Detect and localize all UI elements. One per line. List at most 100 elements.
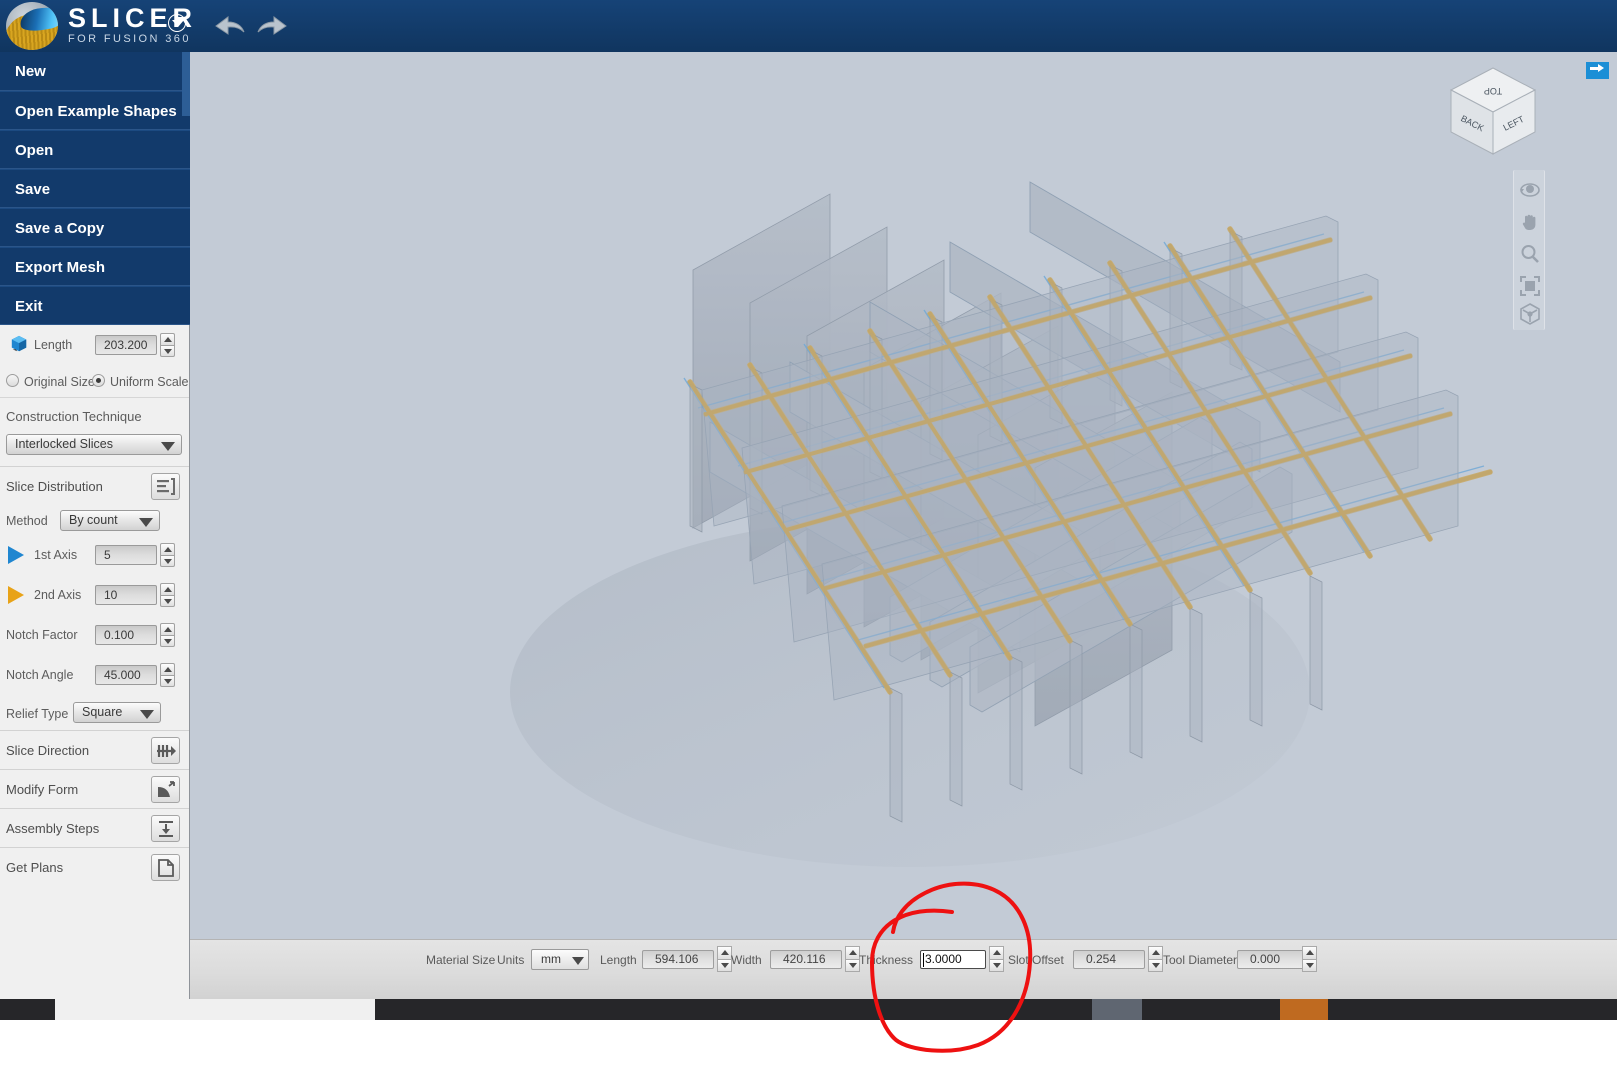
chevron-down-icon <box>139 518 153 527</box>
tool-diameter-stepper[interactable] <box>1302 946 1317 973</box>
undo-arrow-icon[interactable] <box>210 10 250 42</box>
slot-offset-label: Slot Offset <box>1008 953 1064 967</box>
construction-technique-title: Construction Technique <box>6 409 142 424</box>
zoom-magnifier-icon[interactable] <box>1518 242 1542 268</box>
section-slice-direction[interactable]: Slice Direction <box>0 730 189 769</box>
axis2-row: 2nd Axis 10 <box>0 577 189 617</box>
chevron-down-icon <box>161 442 175 451</box>
axis1-arrow-icon <box>8 546 24 564</box>
taskbar-segment[interactable] <box>1092 999 1142 1020</box>
method-row: Method By count <box>0 505 189 537</box>
redo-arrow-icon[interactable] <box>252 10 292 42</box>
construction-technique-section: Construction Technique Interlocked Slice… <box>0 397 189 466</box>
notch-factor-stepper[interactable] <box>160 623 175 647</box>
os-taskbar[interactable] <box>0 999 1617 1020</box>
construction-technique-dropdown[interactable]: Interlocked Slices <box>6 434 182 455</box>
cube-icon <box>11 335 27 352</box>
chevron-down-icon <box>572 957 584 965</box>
method-value: By count <box>69 513 118 527</box>
units-dropdown[interactable]: mm <box>531 949 589 970</box>
brand-subtitle: FOR FUSION 360 <box>68 33 191 45</box>
menu-item-open-example-shapes[interactable]: Open Example Shapes <box>0 91 190 130</box>
slice-distribution-icon[interactable] <box>151 473 180 500</box>
menu-item-export-mesh[interactable]: Export Mesh <box>0 247 190 286</box>
get-plans-label: Get Plans <box>6 860 64 875</box>
menu-scrollbar[interactable] <box>182 52 190 116</box>
assembly-steps-label: Assembly Steps <box>6 821 100 836</box>
material-length-stepper[interactable] <box>717 946 732 973</box>
scale-mode-row: Original Size Uniform Scale <box>0 365 189 397</box>
material-width-stepper[interactable] <box>845 946 860 973</box>
notch-factor-input[interactable]: 0.100 <box>95 625 157 645</box>
modify-form-icon[interactable] <box>151 776 180 803</box>
section-get-plans[interactable]: Get Plans <box>0 847 189 886</box>
notch-angle-row: Notch Angle 45.000 <box>0 657 189 697</box>
material-size-label: Material Size <box>426 953 496 967</box>
fit-to-window-icon[interactable] <box>1518 274 1542 300</box>
axis2-input[interactable]: 10 <box>95 585 157 605</box>
notch-factor-row: Notch Factor 0.100 <box>0 617 189 657</box>
notch-angle-input[interactable]: 45.000 <box>95 665 157 685</box>
menu-item-open[interactable]: Open <box>0 130 190 169</box>
display-settings-icon[interactable] <box>1518 302 1542 328</box>
slicer-application-window: SLICER FOR FUSION 360 TOP BACK LEFT New … <box>0 0 1617 1068</box>
axis1-input[interactable]: 5 <box>95 545 157 565</box>
axis2-stepper[interactable] <box>160 583 175 607</box>
length-stepper[interactable] <box>160 333 175 357</box>
axis1-label: 1st Axis <box>34 548 78 562</box>
get-plans-icon[interactable] <box>151 854 180 881</box>
radio-uniform-scale[interactable] <box>92 374 105 387</box>
method-label: Method <box>6 514 48 528</box>
slot-offset-input[interactable]: 0.254 <box>1073 950 1145 969</box>
arrow-right-icon[interactable] <box>1586 62 1609 79</box>
interlocked-slices-model <box>510 181 1493 867</box>
menu-item-save[interactable]: Save <box>0 169 190 208</box>
taskbar-segment-active[interactable] <box>1280 999 1328 1020</box>
slot-offset-stepper[interactable] <box>1148 946 1163 973</box>
viewcube-top-label: TOP <box>1484 86 1502 96</box>
uniform-scale-label: Uniform Scale <box>110 375 189 389</box>
history-arrows <box>210 8 300 44</box>
notch-factor-label: Notch Factor <box>6 628 78 642</box>
view-cube[interactable]: TOP BACK LEFT <box>1443 64 1543 160</box>
notch-angle-stepper[interactable] <box>160 663 175 687</box>
section-modify-form[interactable]: Modify Form <box>0 769 189 808</box>
slicer-settings-panel: Length 203.200 Original Size Uniform Sca… <box>0 325 189 999</box>
tool-diameter-label: Tool Diameter <box>1163 953 1238 967</box>
modify-form-label: Modify Form <box>6 782 79 797</box>
radio-original-size[interactable] <box>6 374 19 387</box>
slice-direction-icon[interactable] <box>151 737 180 764</box>
app-logo <box>4 0 68 52</box>
left-sidebar: New Open Example Shapes Open Save Save a… <box>0 52 190 999</box>
length-label: Length <box>34 338 73 352</box>
method-dropdown[interactable]: By count <box>60 510 160 531</box>
orbit-icon[interactable] <box>1518 178 1542 204</box>
relief-type-row: Relief Type Square <box>0 697 189 730</box>
menu-item-new[interactable]: New <box>0 52 190 91</box>
section-assembly-steps[interactable]: Assembly Steps <box>0 808 189 847</box>
units-label: Units <box>497 953 525 967</box>
slice-direction-label: Slice Direction <box>6 743 90 758</box>
axis1-stepper[interactable] <box>160 543 175 567</box>
tool-diameter-input[interactable]: 0.000 <box>1237 950 1309 969</box>
thickness-input[interactable]: 3.0000 <box>920 950 986 969</box>
axis2-label: 2nd Axis <box>34 588 82 602</box>
relief-type-label: Relief Type <box>6 707 69 721</box>
notch-angle-label: Notch Angle <box>6 668 74 682</box>
taskbar-segment[interactable] <box>55 999 375 1020</box>
assembly-steps-icon[interactable] <box>151 815 180 842</box>
slice-distribution-header: Slice Distribution <box>0 466 189 505</box>
3d-viewport[interactable]: TOP BACK LEFT <box>190 52 1617 939</box>
thickness-stepper[interactable] <box>989 946 1004 973</box>
menu-item-exit[interactable]: Exit <box>0 286 190 325</box>
thickness-value: 3.0000 <box>925 952 962 966</box>
relief-type-dropdown[interactable]: Square <box>73 702 161 723</box>
material-length-input[interactable]: 594.106 <box>642 950 714 969</box>
chevron-down-circle-icon[interactable] <box>168 14 186 32</box>
menu-item-save-a-copy[interactable]: Save a Copy <box>0 208 190 247</box>
material-width-input[interactable]: 420.116 <box>770 950 842 969</box>
construction-technique-value: Interlocked Slices <box>15 437 113 451</box>
pan-hand-icon[interactable] <box>1518 210 1542 236</box>
length-input[interactable]: 203.200 <box>95 335 157 355</box>
file-menu: New Open Example Shapes Open Save Save a… <box>0 52 190 325</box>
